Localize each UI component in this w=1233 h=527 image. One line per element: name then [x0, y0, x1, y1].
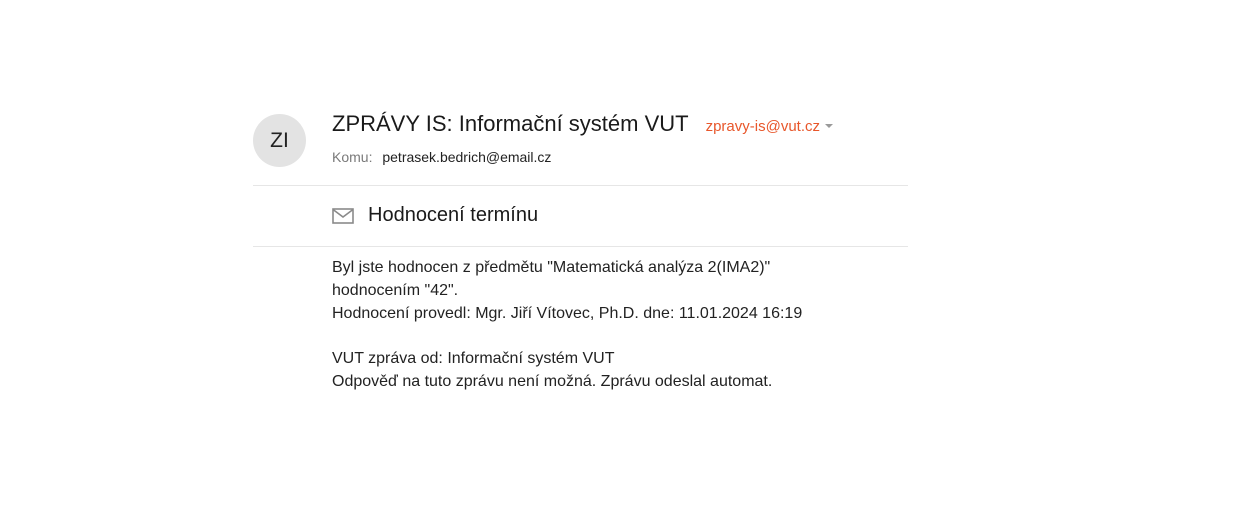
subject-row: Hodnocení termínu — [253, 186, 908, 246]
email-body: Byl jste hodnocen z předmětu "Matematick… — [253, 247, 908, 393]
body-line: hodnocením "42". — [332, 282, 459, 299]
chevron-down-icon[interactable] — [825, 124, 833, 128]
envelope-icon — [332, 208, 354, 224]
sender-email-link[interactable]: zpravy-is@vut.cz — [706, 118, 820, 135]
body-line: Odpověď na tuto zprávu není možná. Zpráv… — [332, 373, 773, 390]
email-header: ZI ZPRÁVY IS: Informační systém VUT zpra… — [253, 108, 908, 185]
body-line: Byl jste hodnocen z předmětu "Matematick… — [332, 259, 771, 276]
avatar: ZI — [253, 114, 306, 167]
recipient-email: petrasek.bedrich@email.cz — [382, 149, 552, 165]
sender-name: ZPRÁVY IS: Informační systém VUT — [332, 111, 689, 136]
body-line: Hodnocení provedl: Mgr. Jiří Vítovec, Ph… — [332, 305, 803, 322]
recipient-label: Komu: — [332, 149, 373, 165]
recipient-line: Komu: petrasek.bedrich@email.cz — [332, 149, 551, 165]
body-line: VUT zpráva od: Informační systém VUT — [332, 350, 615, 367]
email-subject: Hodnocení termínu — [368, 204, 539, 226]
sender-line: ZPRÁVY IS: Informační systém VUT zpravy-… — [332, 111, 833, 137]
email-message: ZI ZPRÁVY IS: Informační systém VUT zpra… — [253, 108, 908, 393]
